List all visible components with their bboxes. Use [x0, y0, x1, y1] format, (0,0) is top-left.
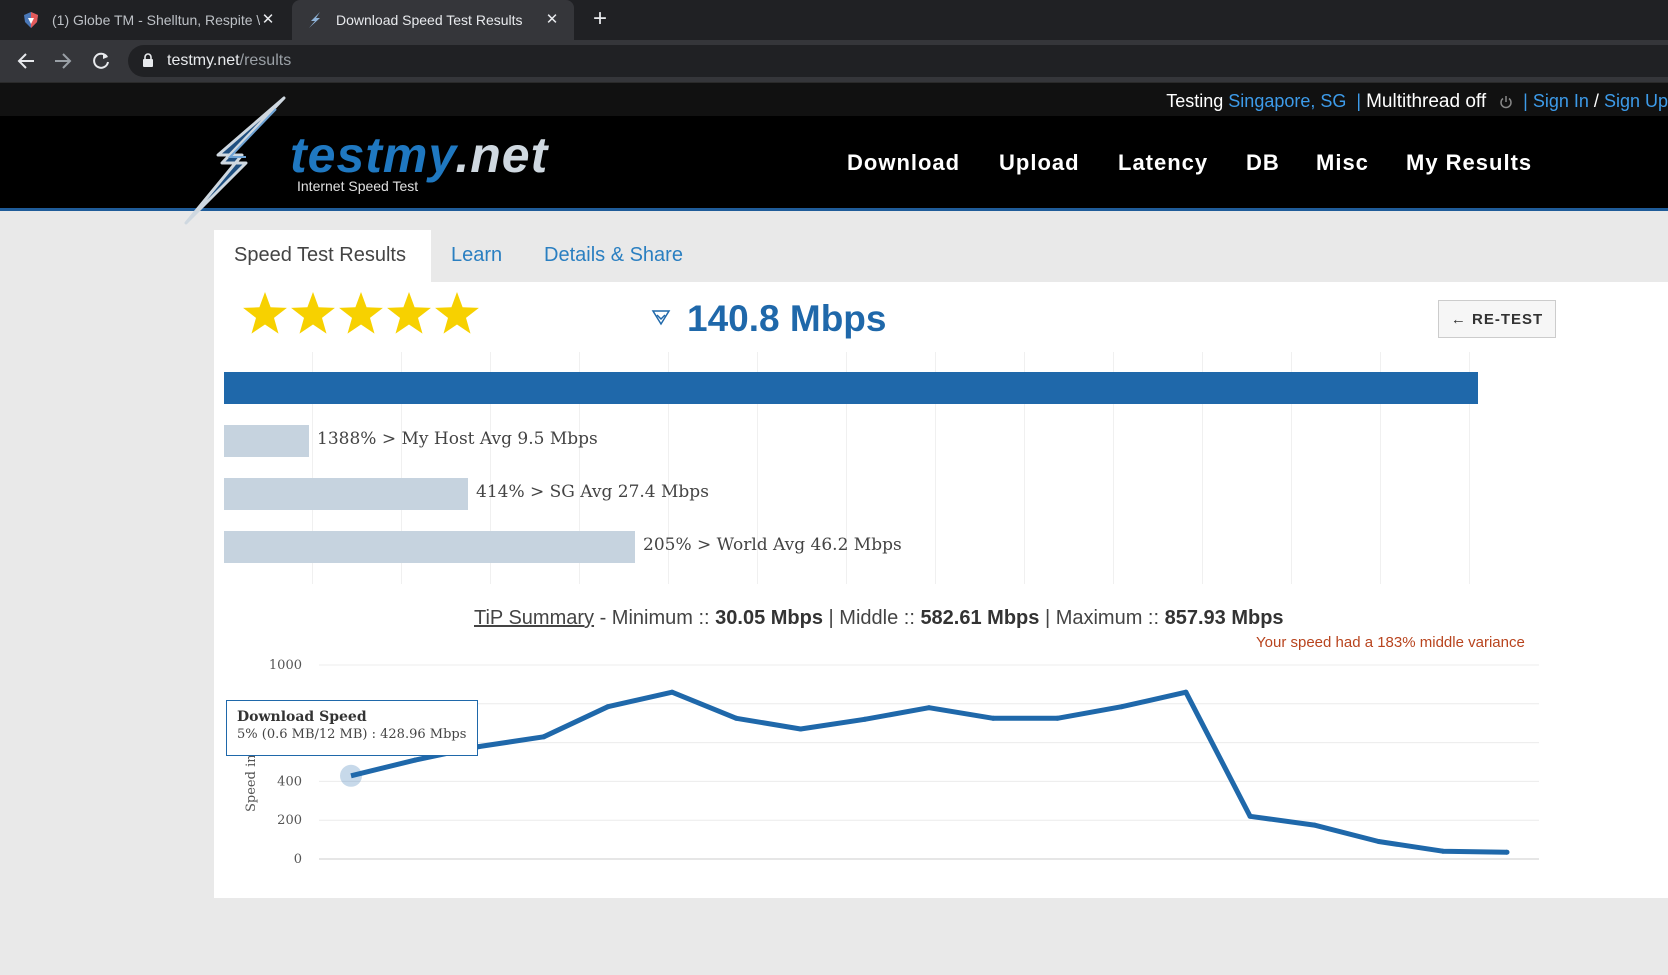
tip-max-value: 857.93 Mbps — [1164, 607, 1284, 629]
data-point[interactable] — [990, 715, 996, 721]
browser-tab-globe[interactable]: (1) Globe TM - Shelltun, Respite \ ✕ — [0, 0, 290, 40]
speed-line-chart[interactable]: 0 200 400 1000 Speed in — [214, 650, 1554, 880]
variance-note: Your speed had a 183% middle variance — [1256, 634, 1525, 651]
tip-min-label: - Minimum :: — [594, 607, 716, 629]
url-text[interactable]: testmy.net/results — [167, 52, 291, 70]
comparison-label: 205% > World Avg 46.2 Mbps — [643, 535, 902, 555]
separator: | — [1356, 91, 1362, 111]
tip-min-value: 30.05 Mbps — [715, 607, 823, 629]
reload-icon[interactable] — [90, 50, 112, 72]
data-point[interactable] — [798, 726, 804, 732]
data-point[interactable] — [733, 715, 739, 721]
lightning-bolt-logo-icon[interactable] — [180, 95, 290, 225]
tip-mid-label: | Middle :: — [822, 607, 921, 629]
logo-tagline: Internet Speed Test — [297, 178, 419, 194]
data-point[interactable] — [1247, 813, 1253, 819]
star-icon — [291, 292, 335, 334]
tip-summary: TiP Summary - Minimum :: 30.05 Mbps | Mi… — [474, 607, 1284, 630]
data-point[interactable] — [412, 757, 418, 763]
y-axis-label: Speed in — [244, 754, 259, 812]
url-path: /results — [239, 52, 292, 69]
retest-button[interactable]: ← RE-TEST — [1438, 300, 1556, 338]
slash: / — [1593, 91, 1599, 111]
sign-up-link[interactable]: Sign Up — [1604, 91, 1668, 111]
new-tab-button[interactable]: + — [588, 7, 612, 32]
data-point[interactable] — [340, 764, 362, 787]
tip-max-label: | Maximum :: — [1039, 607, 1165, 629]
address-bar[interactable] — [128, 45, 1668, 77]
multithread-status: Multithread off — [1366, 91, 1487, 112]
data-point[interactable] — [926, 705, 932, 711]
nav-download[interactable]: Download — [847, 150, 960, 176]
download-speed-value: 140.8 Mbps — [687, 298, 887, 339]
star-icon — [435, 292, 479, 334]
nav-latency[interactable]: Latency — [1118, 150, 1208, 176]
testing-location-bar: Testing Singapore, SG | Multithread off |… — [1166, 91, 1668, 113]
comparison-label: 1388% > My Host Avg 9.5 Mbps — [317, 429, 598, 449]
tooltip-title: Download Speed — [237, 709, 367, 725]
star-icon — [387, 292, 431, 334]
testing-label: Testing — [1166, 91, 1224, 111]
comparison-bar — [224, 531, 635, 563]
tip-mid-value: 582.61 Mbps — [920, 607, 1040, 629]
back-arrow-icon[interactable] — [15, 50, 37, 72]
sign-in-link[interactable]: Sign In — [1533, 91, 1589, 111]
browser-tab-title: Download Speed Test Results — [336, 12, 523, 28]
data-point[interactable] — [1183, 689, 1189, 695]
close-tab-icon[interactable]: ✕ — [544, 12, 560, 28]
browser-tab-title: (1) Globe TM - Shelltun, Respite \ — [52, 12, 260, 28]
download-speed-series-line — [350, 689, 1508, 855]
your-speed-bar — [224, 372, 1478, 404]
rating-stars — [242, 290, 480, 336]
tab-learn[interactable]: Learn — [431, 230, 522, 282]
logo-main: testmy — [290, 127, 456, 183]
data-point[interactable] — [862, 716, 868, 722]
y-tick-label: 1000 — [269, 658, 302, 673]
data-point[interactable] — [1119, 704, 1125, 710]
data-point[interactable] — [541, 734, 547, 740]
comparison-bar — [224, 425, 309, 457]
data-point[interactable] — [1376, 839, 1382, 844]
y-tick-label: 0 — [294, 852, 302, 867]
y-tick-label: 200 — [277, 813, 302, 828]
browser-tab-speedtest[interactable]: Download Speed Test Results ✕ — [292, 0, 574, 40]
data-point[interactable] — [605, 704, 611, 710]
data-point[interactable] — [1054, 715, 1060, 721]
bolt-favicon-icon — [309, 12, 320, 28]
nav-upload[interactable]: Upload — [999, 150, 1080, 176]
logo-tld: .net — [455, 127, 549, 183]
tooltip-value: 5% (0.6 MB/12 MB) : 428.96 Mbps — [237, 727, 467, 742]
nav-db[interactable]: DB — [1246, 150, 1280, 176]
browser-tab-bar: (1) Globe TM - Shelltun, Respite \ ✕ Dow… — [0, 0, 1668, 40]
tip-summary-link[interactable]: TiP Summary — [474, 607, 594, 629]
data-point[interactable] — [1311, 822, 1317, 828]
server-location-link[interactable]: Singapore, SG — [1228, 91, 1346, 111]
download-indicator-icon — [651, 310, 671, 326]
data-point[interactable] — [1504, 849, 1510, 855]
data-point[interactable] — [669, 689, 675, 695]
comparison-bars: 1388% > My Host Avg 9.5 Mbps 414% > SG Av… — [222, 352, 1482, 584]
comparison-label: 414% > SG Avg 27.4 Mbps — [476, 482, 709, 502]
star-icon — [339, 292, 383, 334]
comparison-bar — [224, 478, 468, 510]
lock-icon — [143, 53, 153, 67]
nav-misc[interactable]: Misc — [1316, 150, 1369, 176]
separator: | — [1523, 91, 1528, 111]
data-point[interactable] — [1440, 848, 1446, 854]
y-tick-label: 400 — [277, 774, 302, 789]
power-icon[interactable] — [1499, 95, 1513, 109]
site-logo[interactable]: testmy.net — [290, 126, 548, 184]
tab-speed-test-results[interactable]: Speed Test Results — [214, 230, 431, 282]
shield-favicon-icon — [24, 12, 38, 28]
star-icon — [243, 292, 287, 334]
nav-my-results[interactable]: My Results — [1406, 150, 1532, 176]
chart-tooltip: Download Speed 5% (0.6 MB/12 MB) : 428.9… — [226, 700, 478, 756]
url-host: testmy.net — [167, 52, 240, 69]
tab-details-share[interactable]: Details & Share — [524, 230, 703, 282]
forward-arrow-icon[interactable] — [52, 50, 74, 72]
close-tab-icon[interactable]: ✕ — [260, 12, 276, 28]
